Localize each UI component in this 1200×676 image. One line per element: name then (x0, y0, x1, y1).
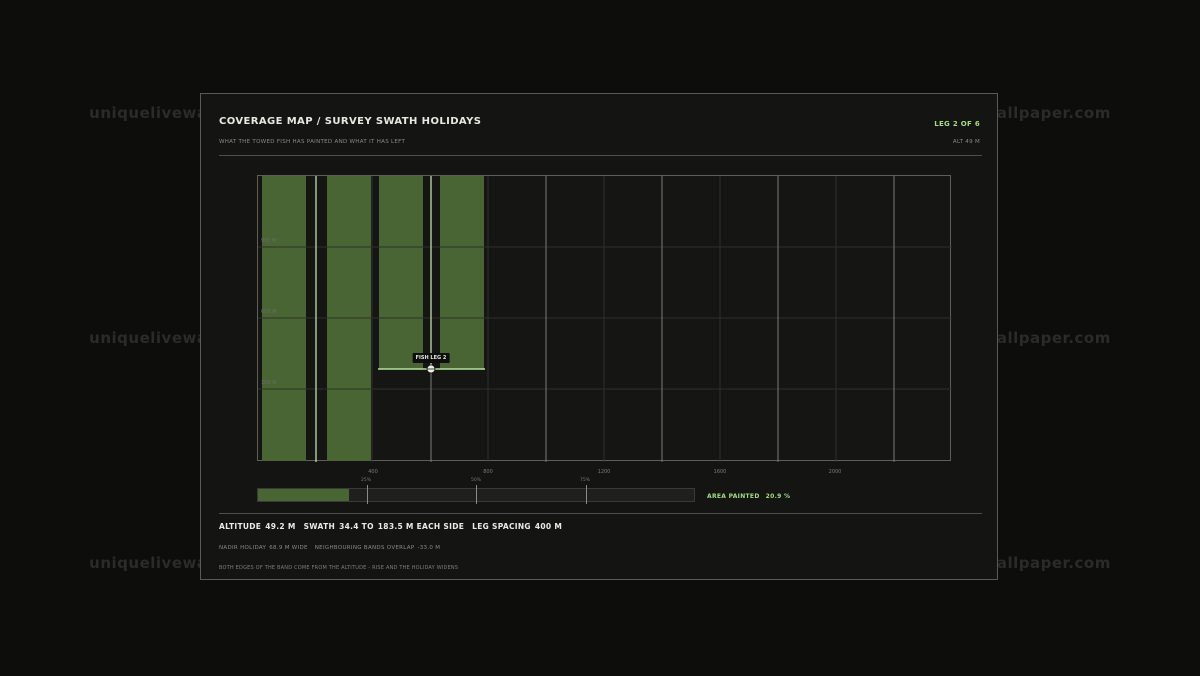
coverage-panel: COVERAGE MAP / SURVEY SWATH HOLIDAYS WHA… (200, 93, 998, 580)
nadir-label: NADIR HOLIDAY (219, 545, 267, 551)
x-tick-label: 800 (483, 469, 493, 475)
leg-spacing-value: 400 M (534, 522, 563, 531)
fish-marker-icon[interactable] (426, 364, 436, 374)
progress-tick (367, 485, 368, 504)
painted-swath (379, 176, 423, 369)
overlap-label: NEIGHBOURING BANDS OVERLAP (314, 545, 415, 551)
progress-tick-label: 25% (360, 478, 372, 483)
progress-tick-label: 50% (470, 478, 482, 483)
y-tick-label: 300 M (261, 380, 277, 386)
area-progress-fill (258, 489, 350, 501)
altitude-note: BOTH EDGES OF THE BAND COME FROM THE ALT… (219, 565, 459, 571)
x-tick-label: 1600 (713, 469, 727, 475)
altitude-label: ALTITUDE (219, 522, 262, 531)
nadir-width: 68.9 M WIDE (269, 545, 308, 551)
leg-status-badge: LEG 2 OF 6 (934, 120, 980, 128)
overlap-value: -33.0 M (417, 545, 441, 551)
fish-leg-label: FISH LEG 2 (412, 353, 450, 363)
swath-label: SWATH (303, 522, 336, 531)
leg-spacing-label: LEG SPACING (472, 522, 531, 531)
swath-max: 183.5 M EACH SIDE (377, 522, 465, 531)
page-subtitle: WHAT THE TOWED FISH HAS PAINTED AND WHAT… (219, 139, 406, 145)
area-painted-value: 20.9 % (765, 493, 791, 500)
altitude-value: 49.2 M (265, 522, 296, 531)
header-divider (219, 155, 982, 156)
area-painted-label: AREA PAINTED (707, 493, 760, 500)
survey-leg-lines (430, 176, 895, 462)
x-tick-label: 1200 (597, 469, 611, 475)
progress-tick-label: 75% (579, 478, 591, 483)
painted-swath (440, 176, 484, 369)
swath-value: 34.4 TO (339, 522, 374, 531)
area-painted-readout: AREA PAINTED 20.9 % (707, 493, 790, 500)
nadir-holiday-info: NADIR HOLIDAY 68.9 M WIDE NEIGHBOURING BAN… (219, 545, 443, 551)
y-tick-label: 600 M (261, 309, 277, 315)
progress-tick (586, 485, 587, 504)
progress-tick (476, 485, 477, 504)
coverage-map[interactable]: 900 M 600 M 300 M FISH LEG 2 (257, 175, 952, 462)
altitude-readout: ALT 49 M (952, 139, 980, 145)
x-tick-label: 2000 (828, 469, 842, 475)
y-tick-label: 900 M (261, 238, 277, 244)
area-progress-bar (257, 485, 695, 504)
page-title: COVERAGE MAP / SURVEY SWATH HOLIDAYS (219, 116, 482, 127)
coverage-map-canvas (258, 176, 952, 462)
x-tick-label: 400 (368, 469, 378, 475)
survey-stats: ALTITUDE 49.2 M SWATH 34.4 TO 183.5 M EACH S… (219, 522, 566, 531)
stats-divider (219, 513, 982, 514)
